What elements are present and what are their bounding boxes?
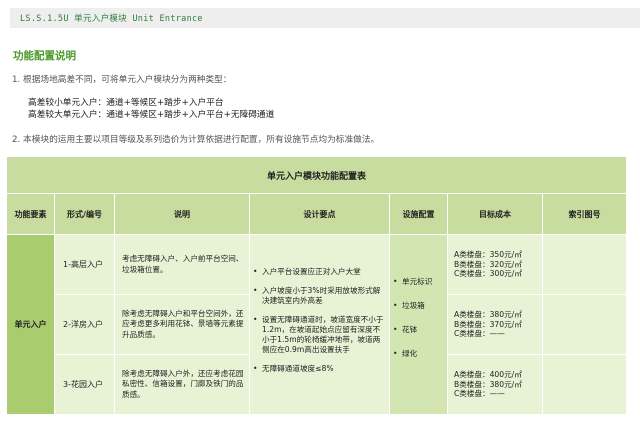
facility-item: 绿化 (393, 349, 443, 359)
cost-line: B类楼盘：320元/㎡ (454, 259, 522, 269)
row-type: 2-洋房入户 (54, 294, 115, 355)
cost-line: B类楼盘：370元/㎡ (454, 319, 522, 329)
row-cost: A类楼盘：400元/㎡ B类楼盘：380元/㎡ C类楼盘：—— (447, 354, 543, 415)
module-code-title: LS.S.1.5U 单元入户模块 Unit Entrance (20, 14, 203, 24)
intro-paragraph-1: 1. 根据场地高差不同，可将单元入户模块分为两种类型： (12, 75, 232, 85)
row-index (541, 354, 628, 415)
cost-line: A类楼盘：400元/㎡ (454, 370, 522, 380)
entrance-type-list: 高差较小单元入户：通道+等候区+踏步+入户平台 高差较大单元入户：通道+等候区+… (28, 97, 274, 121)
header-form-number: 形式/编号 (54, 193, 115, 235)
row-index (541, 294, 628, 355)
facility-item: 花钵 (393, 325, 443, 335)
unit-entrance-cell: 单元入户 (6, 234, 55, 415)
cost-line: A类楼盘：380元/㎡ (454, 310, 522, 320)
facilities-cell: 单元标识 垃圾箱 花钵 绿化 (389, 234, 448, 415)
row-description: 除考虑无障碍入户和平台空间外，还应考虑更多利用花钵、景墙等元素提升品质感。 (114, 294, 250, 355)
module-header-bar: LS.S.1.5U 单元入户模块 Unit Entrance (10, 8, 640, 28)
table-title: 单元入户模块功能配置表 (5, 156, 628, 194)
section-title: 功能配置说明 (13, 50, 76, 62)
row-cost: A类楼盘：380元/㎡ B类楼盘：370元/㎡ C类楼盘：—— (447, 294, 543, 355)
header-design-points: 设计要点 (249, 193, 390, 235)
row-type: 3-花园入户 (54, 354, 115, 415)
header-function-element: 功能要素 (6, 193, 55, 235)
row-index (541, 234, 628, 295)
cost-line: A类楼盘：350元/㎡ (454, 250, 522, 260)
row-description: 考虑无障碍入户、入户前平台空间、垃圾箱位置。 (114, 234, 250, 295)
cost-line: C类楼盘：—— (454, 389, 505, 399)
header-target-cost: 目标成本 (447, 193, 543, 235)
row-type: 1-高层入户 (54, 234, 115, 295)
function-config-table: 单元入户模块功能配置表 功能要素 形式/编号 说明 设计要点 设施配置 目标成本… (5, 156, 628, 415)
row-description: 除考虑无障碍入户外，还应考虑花园私密性、信箱设置，门廊及铁门的品质感。 (114, 354, 250, 415)
header-description: 说明 (114, 193, 250, 235)
cost-line: C类楼盘：300元/㎡ (454, 269, 522, 279)
facility-item: 垃圾箱 (393, 301, 443, 311)
entrance-type-small: 高差较小单元入户：通道+等候区+踏步+入户平台 (28, 98, 224, 108)
design-point: 入户坡度小于3%时采用放坡形式解决建筑室内外高差 (253, 286, 385, 306)
header-index-drawing: 索引图号 (541, 193, 628, 235)
header-facilities: 设施配置 (389, 193, 448, 235)
design-points-cell: 入户平台设置应正对入户大堂 入户坡度小于3%时采用放坡形式解决建筑室内外高差 设… (249, 234, 390, 415)
design-point: 设置无障碍通道时，坡道宽度不小于1.2m，在坡道起始点应留有深度不小于1.5m的… (253, 315, 385, 355)
intro-paragraph-2: 2. 本模块的运用主要以项目等级及系列造价为计算依据进行配置，所有设施节点均为标… (12, 135, 380, 145)
facility-item: 单元标识 (393, 277, 443, 287)
cost-line: B类楼盘：380元/㎡ (454, 379, 522, 389)
design-point: 入户平台设置应正对入户大堂 (253, 267, 385, 277)
design-point: 无障碍通道坡度≤8% (253, 364, 385, 374)
entrance-type-large: 高差较大单元入户：通道+等候区+踏步+入户平台+无障碍通道 (28, 110, 275, 120)
row-cost: A类楼盘：350元/㎡ B类楼盘：320元/㎡ C类楼盘：300元/㎡ (447, 234, 543, 295)
cost-line: C类楼盘：—— (454, 329, 505, 339)
table-row: 单元入户 1-高层入户 考虑无障碍入户、入户前平台空间、垃圾箱位置。 入户平台设… (6, 234, 628, 415)
